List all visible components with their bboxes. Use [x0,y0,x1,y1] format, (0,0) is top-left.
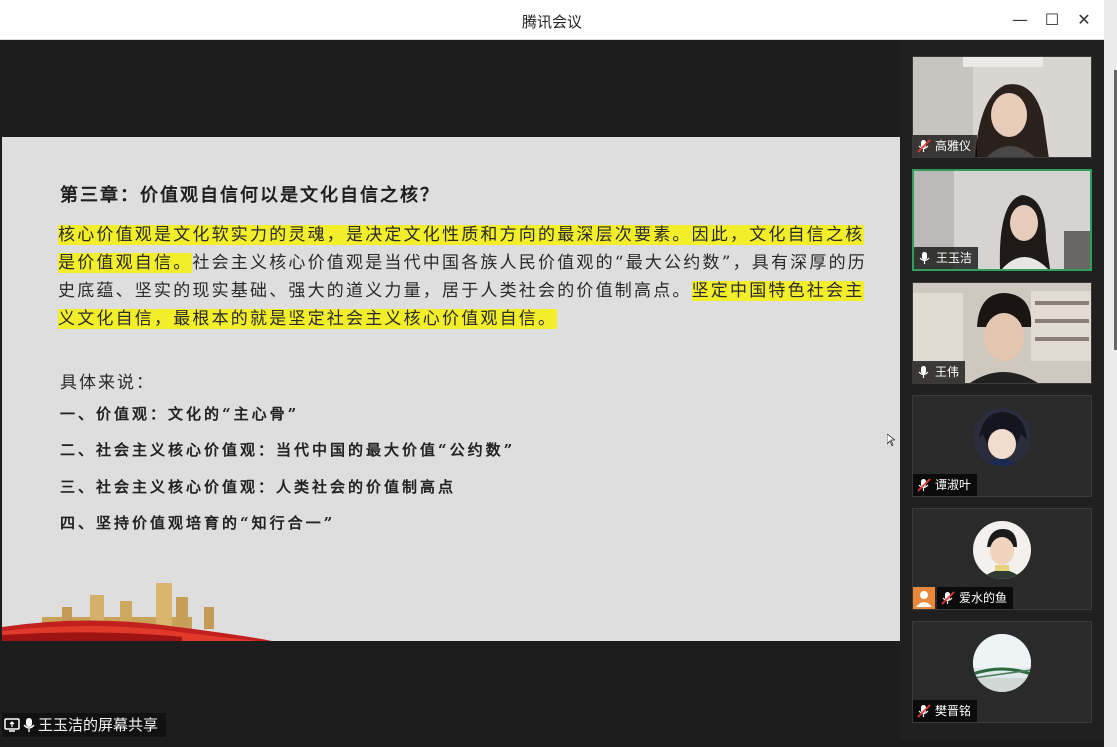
participant-tile[interactable]: 樊晋铭 [912,621,1092,723]
avatar [973,408,1031,466]
screen-share-label: 王玉洁的屏幕共享 [2,713,167,737]
mic-muted-icon [917,139,931,153]
skyline-decoration [2,583,272,641]
slide-point: 二、社会主义核心价值观：当代中国的最大价值“公约数” [60,441,516,459]
window-title: 腾讯会议 [521,13,582,31]
participant-name: 王伟 [935,365,960,379]
participant-tile[interactable]: 王伟 [912,282,1092,384]
meeting-window: 腾讯会议 — ☐ ✕ 第三章：价值观自信何以是文化自信之核？ 核心价值观是文化软… [0,0,1117,747]
slide-paragraph: 核心价值观是文化软实力的灵魂，是决定文化性质和方向的最深层次要素。因此，文化自信… [58,221,878,333]
participant-name: 谭淑叶 [935,478,972,492]
user-avatar-icon [913,587,935,609]
avatar [973,634,1031,692]
participant-name-tag: 爱水的鱼 [937,587,1014,609]
mic-muted-icon [941,591,955,605]
slide-point: 四、坚持价值观培育的“知行合一” [60,514,336,532]
slide-heading: 第三章：价值观自信何以是文化自信之核？ [60,185,440,206]
mic-muted-icon [917,478,931,492]
microphone-icon [918,366,929,378]
participant-tile[interactable]: 爱水的鱼 [912,508,1092,610]
scrollbar[interactable] [1104,0,1117,747]
participant-name: 爱水的鱼 [959,591,1008,605]
participant-name-tag: 樊晋铭 [913,700,978,722]
participant-name-tag: 谭淑叶 [913,474,978,496]
slide-point: 三、社会主义核心价值观：人类社会的价值制高点 [60,478,457,496]
participant-name: 高雅仪 [935,139,972,153]
participant-tile[interactable]: 谭淑叶 [912,395,1092,497]
close-button[interactable]: ✕ [1072,8,1096,32]
screen-share-owner: 王玉洁的屏幕共享 [38,716,159,734]
participant-name-tag: 王玉洁 [914,247,979,269]
minimize-button[interactable]: — [1008,8,1032,32]
screen-share-icon [4,718,20,732]
slide-intro: 具体来说： [60,373,155,393]
participant-list: 高雅仪 王玉洁 王伟 谭淑叶 爱水的鱼 樊晋铭 [900,40,1104,740]
avatar [973,521,1031,579]
participant-name: 王玉洁 [936,251,973,265]
mic-muted-icon [917,704,931,718]
mouse-cursor-icon [887,434,895,446]
participant-name-tag: 高雅仪 [913,135,978,157]
title-bar: 腾讯会议 — ☐ ✕ [0,0,1104,40]
microphone-icon [23,718,35,732]
presentation-slide: 第三章：价值观自信何以是文化自信之核？ 核心价值观是文化软实力的灵魂，是决定文化… [2,137,900,641]
participant-tile[interactable]: 高雅仪 [912,56,1092,158]
slide-point: 一、价值观：文化的“主心骨” [60,405,300,423]
participant-name-tag: 王伟 [913,361,966,383]
shared-screen: 第三章：价值观自信何以是文化自信之核？ 核心价值观是文化软实力的灵魂，是决定文化… [0,40,900,740]
maximize-button[interactable]: ☐ [1040,8,1064,32]
microphone-icon [919,252,930,264]
participant-tile-active-speaker[interactable]: 王玉洁 [912,169,1092,271]
participant-name: 樊晋铭 [935,704,972,718]
